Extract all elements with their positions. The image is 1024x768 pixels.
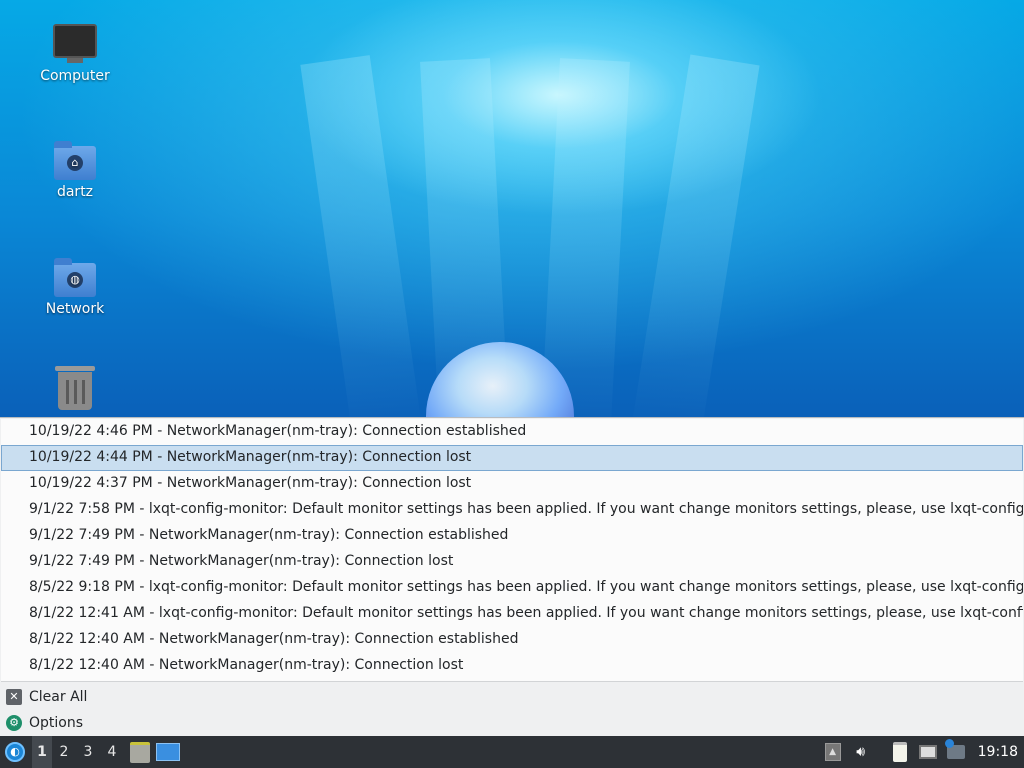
show-desktop-icon (156, 743, 180, 761)
clock[interactable]: 19:18 (970, 744, 1024, 760)
eject-icon: ▲ (824, 743, 841, 761)
notification-panel: 10/19/22 4:46 PM - NetworkManager(nm-tra… (0, 417, 1024, 736)
file-manager-icon (130, 741, 150, 763)
notifications-button[interactable] (944, 739, 967, 763)
lubuntu-logo-icon: ◐ (5, 742, 25, 762)
clear-all-button[interactable]: ✕ Clear All (0, 684, 1024, 710)
file-manager-launcher[interactable] (128, 736, 152, 768)
network-button[interactable] (917, 741, 939, 763)
show-desktop-button[interactable] (156, 736, 180, 768)
desktop-icon-network[interactable]: ◍ Network (30, 258, 120, 317)
light-ray (630, 54, 760, 441)
network-icon (918, 745, 937, 759)
removable-media-button[interactable]: ▲ (822, 741, 844, 763)
desktop-switch-4[interactable]: 4 (100, 736, 124, 768)
desktop-switch-3[interactable]: 3 (76, 736, 100, 768)
clipboard-icon (892, 742, 907, 762)
notification-icon (944, 739, 965, 759)
options-label: Options (29, 715, 84, 731)
clipboard-button[interactable] (889, 741, 911, 763)
notification-actions: ✕ Clear All ⚙ Options (0, 684, 1024, 736)
clear-icon: ✕ (6, 689, 22, 705)
desktop-icon-label: dartz (56, 184, 94, 200)
clear-all-label: Clear All (29, 689, 88, 705)
light-ray (300, 55, 423, 442)
desktop-icon-computer[interactable]: Computer (30, 24, 120, 84)
desktop-icon-home[interactable]: ⌂ dartz (30, 141, 120, 200)
network-folder-icon: ◍ (54, 258, 96, 297)
desktop-switch-1[interactable]: 1 (32, 736, 52, 768)
home-folder-icon: ⌂ (54, 141, 96, 180)
notification-item-selected[interactable]: 10/19/22 4:44 PM - NetworkManager(nm-tra… (1, 445, 1023, 471)
main-menu-button[interactable]: ◐ (0, 736, 30, 768)
notification-item[interactable]: 8/1/22 12:41 AM - lxqt-config-monitor: D… (1, 601, 1023, 627)
notification-item[interactable]: 10/19/22 4:37 PM - NetworkManager(nm-tra… (1, 471, 1023, 497)
desktop-switch-2[interactable]: 2 (52, 736, 76, 768)
desktop-icon-label: Network (45, 301, 105, 317)
notification-item[interactable]: 9/1/22 7:58 PM - lxqt-config-monitor: De… (1, 497, 1023, 523)
notification-item[interactable]: 8/5/22 9:18 PM - lxqt-config-monitor: De… (1, 575, 1023, 601)
desktop-icon-label: Computer (40, 68, 110, 84)
settings-icon: ⚙ (6, 715, 22, 731)
notification-item[interactable]: 8/1/22 12:40 AM - NetworkManager(nm-tray… (1, 653, 1023, 679)
desktop-icon-trash[interactable] (30, 366, 120, 414)
system-tray: ▲ 🔊︎ (819, 736, 970, 768)
volume-icon: 🔊︎ (856, 744, 866, 760)
notification-item[interactable]: 9/1/22 7:49 PM - NetworkManager(nm-tray)… (1, 549, 1023, 575)
trash-icon (55, 366, 95, 410)
notification-item[interactable]: 9/1/22 7:49 PM - NetworkManager(nm-tray)… (1, 523, 1023, 549)
notification-item[interactable]: 8/1/22 12:40 AM - NetworkManager(nm-tray… (1, 627, 1023, 653)
notification-list[interactable]: 10/19/22 4:46 PM - NetworkManager(nm-tra… (1, 419, 1023, 682)
notification-item[interactable]: 10/19/22 4:46 PM - NetworkManager(nm-tra… (1, 419, 1023, 445)
volume-button[interactable]: 🔊︎ (850, 741, 872, 763)
computer-icon (53, 24, 97, 63)
taskbar: ◐ 1 2 3 4 ▲ 🔊︎ 19:18 (0, 736, 1024, 768)
options-button[interactable]: ⚙ Options (0, 710, 1024, 736)
